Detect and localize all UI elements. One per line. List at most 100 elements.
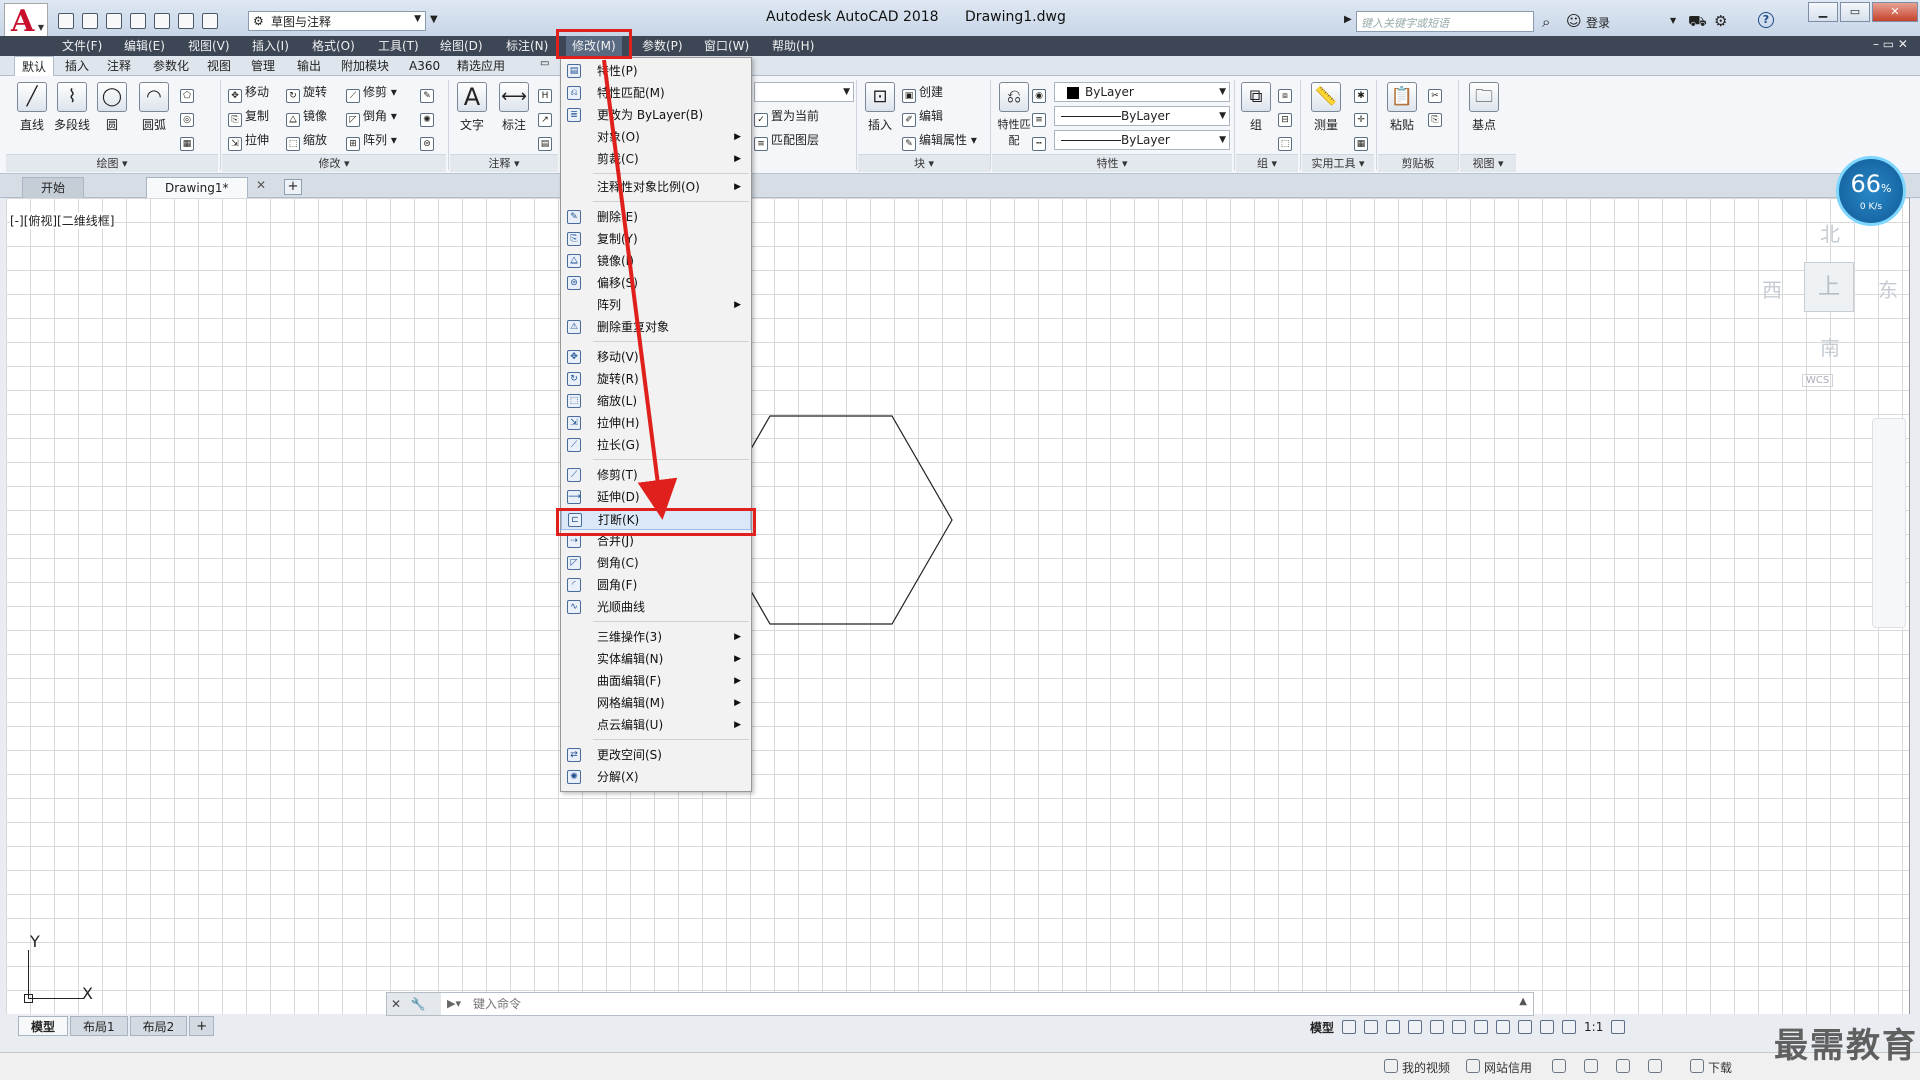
redo-icon[interactable] [202,13,218,29]
menu-item-array[interactable]: 阵列 ▶ [561,294,751,316]
isodraft-icon[interactable] [1452,1020,1467,1034]
menu-item-lengthen[interactable]: ⟋ 拉长(G) [561,434,751,456]
create-block-tool[interactable]: ▣ 创建 [902,82,943,103]
snap-icon[interactable] [1364,1020,1379,1034]
menu-item-solid-editing[interactable]: 实体编辑(N) ▶ [561,648,751,670]
group-tool[interactable]: ⧉ 组 [1236,82,1276,133]
menu-item-clip[interactable]: 剪裁(C) ▶ [561,148,751,170]
tab-home[interactable]: 默认 [14,56,55,76]
menu-item-fillet[interactable]: ◜ 圆角(F) [561,574,751,596]
panel-title-properties[interactable]: 特性 ▾ [992,154,1232,172]
viewcube-west[interactable]: 西 [1762,274,1782,303]
edit-attribute-tool[interactable]: ✎ 编辑属性 ▾ [902,130,977,151]
menu-format[interactable]: 格式(O) [306,36,361,56]
line-tool[interactable]: ╱ 直线 [12,82,52,133]
tab-output[interactable]: 输出 [290,56,328,76]
close-icon[interactable]: ✕ [391,997,401,1011]
make-current-tool[interactable]: ✓ 置为当前 [754,106,819,127]
close-button[interactable]: ✕ [1872,2,1918,22]
menu-item-surface-editing[interactable]: 曲面编辑(F) ▶ [561,670,751,692]
model-space-button[interactable]: 模型 [1310,1019,1334,1036]
explode-tool[interactable]: ✺ [420,106,437,127]
cart-icon[interactable]: ⛟ [1688,12,1707,32]
menu-item-match-properties[interactable]: ⎌ 特性匹配(M) [561,82,751,104]
menu-insert[interactable]: 插入(I) [246,36,295,56]
save-icon[interactable] [106,13,122,29]
tab-addins[interactable]: 附加模块 [334,56,396,76]
menu-item-rotate[interactable]: ↻ 旋转(R) [561,368,751,390]
search-expand-icon[interactable]: ▶ [1344,14,1352,25]
color-wheel[interactable]: ◉ [1032,82,1049,103]
insert-block-tool[interactable]: ⊡ 插入 [860,82,900,133]
base-view-tool[interactable]: 🗀 基点 [1464,82,1504,133]
binoculars-icon[interactable]: ⌕ [1542,13,1550,31]
menu-help[interactable]: 帮助(H) [766,36,820,56]
menu-item-mirror[interactable]: ⧋ 镜像(I) [561,250,751,272]
download-link[interactable]: 下载 [1708,1059,1732,1076]
ribbon-minimize-icon[interactable]: ▭ [540,58,549,69]
polygon-tool[interactable]: ⬠ [180,82,197,103]
login-link[interactable]: 登录 [1586,14,1610,31]
menu-item-overkill[interactable]: ⚠ 删除重复对象 [561,316,751,338]
menu-item-move[interactable]: ✥ 移动(V) [561,346,751,368]
viewcube-north[interactable]: 北 [1820,218,1840,247]
mirror-tool[interactable]: ⧋ 镜像 [286,106,327,127]
chevron-up-icon[interactable]: ▲ [1519,996,1527,1007]
linear-dim-tool[interactable]: H [538,82,555,103]
linetype-dropdown[interactable]: ByLayer ▼ [1054,130,1230,150]
menu-item-point-cloud-editing[interactable]: 点云编辑(U) ▶ [561,714,751,736]
menu-item-extend[interactable]: ⟶ 延伸(D) [561,486,751,508]
chevron-down-icon[interactable]: ▼ [1670,16,1676,25]
maximize-button[interactable]: ▭ [1840,2,1870,22]
minimize-button[interactable]: ▁ [1808,2,1838,22]
panel-title-view[interactable]: 视图 ▾ [1460,154,1516,172]
tab-layout2[interactable]: 布局2 [129,1016,188,1036]
shield-icon[interactable] [1552,1059,1566,1073]
stretch-tool[interactable]: ⇲ 拉伸 [228,130,269,151]
linetype-icon-button[interactable]: ┅ [1032,130,1049,151]
menu-file[interactable]: 文件(F) [56,36,108,56]
rocket-icon[interactable] [1648,1059,1662,1073]
measure-tool[interactable]: 📏 测量 [1306,82,1346,133]
menu-item-stretch[interactable]: ⇲ 拉伸(H) [561,412,751,434]
panel-title-modify[interactable]: 修改 ▾ [222,154,446,172]
tab-start[interactable]: 开始 [22,177,85,198]
menu-item-chamfer[interactable]: ◸ 倒角(C) [561,552,751,574]
offset-tool[interactable]: ⊜ [420,130,437,151]
tab-a360[interactable]: A360 [402,56,447,76]
close-icon[interactable]: ✕ [256,178,266,192]
panel-title-utilities[interactable]: 实用工具 ▾ [1302,154,1374,172]
infer-constraints-icon[interactable] [1386,1020,1401,1034]
annotation-scale[interactable]: 1:1 [1584,1020,1603,1034]
tab-view[interactable]: 视图 [200,56,238,76]
viewcube-top-face[interactable]: 上 [1804,262,1854,312]
lineweight-icon-button[interactable]: ≡ [1032,106,1049,127]
help-icon[interactable]: ? [1758,12,1774,28]
speed-icon[interactable] [1616,1059,1630,1073]
paste-tool[interactable]: 📋 粘贴 [1382,82,1422,133]
open-file-icon[interactable] [82,13,98,29]
menu-view[interactable]: 视图(V) [182,36,236,56]
array-tool[interactable]: ⊞ 阵列 ▾ [346,130,397,151]
rotate-tool[interactable]: ↻ 旋转 [286,82,327,103]
table-tool[interactable]: ▤ [538,130,555,151]
copy-clip-tool[interactable]: ⎘ [1428,106,1445,127]
menu-edit[interactable]: 编辑(E) [118,36,171,56]
menu-item-change-space[interactable]: ⇄ 更改空间(S) [561,744,751,766]
ungroup-tool[interactable]: ⧈ [1278,82,1295,103]
point-tool[interactable]: ✛ [1354,106,1371,127]
text-tool[interactable]: A 文字 [452,82,492,133]
menu-item-annotative-scale[interactable]: 注释性对象比例(O) ▶ [561,176,751,198]
panel-title-draw[interactable]: 绘图 ▾ [6,154,218,172]
match-properties-tool[interactable]: ⎌ 特性匹配 [994,82,1034,148]
new-tab-button[interactable]: + [284,179,302,195]
copy-tool[interactable]: ⎘ 复制 [228,106,269,127]
menu-tools[interactable]: 工具(T) [372,36,425,56]
match-layer-tool[interactable]: ≡ 匹配图层 [754,130,819,151]
tab-annotate[interactable]: 注释 [100,56,138,76]
tab-insert[interactable]: 插入 [58,56,96,76]
wcs-menu[interactable]: WCS [1802,374,1834,387]
layer-dropdown[interactable]: ▼ [754,82,854,102]
hatch-tool[interactable]: ▦ [180,130,197,151]
menu-item-explode[interactable]: ✺ 分解(X) [561,766,751,788]
